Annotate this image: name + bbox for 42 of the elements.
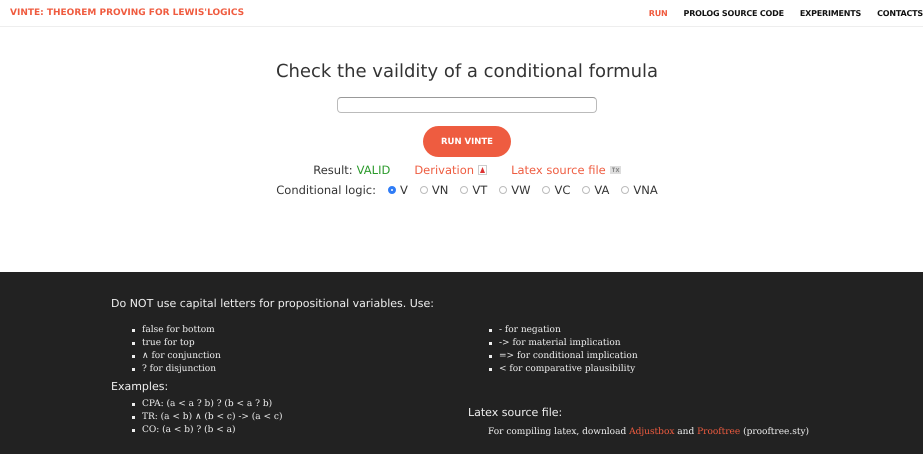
radio-label[interactable]: VN (432, 183, 448, 197)
radio-label[interactable]: VA (594, 183, 610, 197)
list-item: false for bottom (142, 324, 215, 337)
list-item: true for top (142, 336, 195, 350)
list-item: < for comparative plausibility (499, 362, 636, 376)
radio-button[interactable] (621, 186, 630, 194)
radio-label[interactable]: VNA (633, 183, 658, 197)
latex-heading: Latex source file: (468, 406, 564, 419)
radio-label[interactable]: VW (511, 183, 530, 197)
radio-button[interactable] (460, 186, 468, 194)
list-item: - for negation (499, 324, 561, 337)
radio-button[interactable] (499, 186, 508, 194)
pdf-icon (478, 165, 488, 175)
nav-link[interactable]: CONTACTS (877, 8, 923, 18)
adjustbox-link[interactable]: Adjustbox (629, 426, 674, 437)
logic-label: Conditional logic: (276, 183, 376, 197)
tex-icon (610, 166, 621, 174)
radio-button[interactable] (582, 186, 590, 194)
instructions-text: Do NOT use capital letters for propositional variables. Use: (111, 297, 436, 312)
list-item: TR: (a < b) ∧ (b < c) -> (a < c) (142, 410, 282, 424)
list-item: -> for material implication (499, 336, 621, 350)
list-item: CO: (a < b) ? (b < a) (142, 424, 236, 437)
examples-heading: Examples: (111, 380, 170, 393)
nav-link[interactable]: PROLOG SOURCE CODE (684, 8, 784, 18)
radio-label[interactable]: VC (554, 183, 570, 197)
radio-label[interactable]: V (400, 183, 408, 197)
latex-note: For compiling latex, download Adjustbox and Prooftree (prooftree.sty) (488, 426, 810, 437)
prooftree-link[interactable]: Prooftree (697, 426, 740, 437)
site-title: VINTE: THEOREM PROVING FOR LEWIS'LOGICS (10, 8, 244, 18)
list-item: ? for disjunction (142, 362, 216, 376)
radio-label[interactable]: VT (472, 183, 488, 197)
radio-button[interactable] (542, 186, 550, 194)
radio-button[interactable] (420, 186, 428, 194)
page-heading: Check the vaildity of a conditional formula (276, 61, 658, 82)
nav-link[interactable]: EXPERIMENTS (800, 8, 862, 18)
list-item: CPA: (a < a ? b) ? (b < a ? b) (142, 398, 272, 411)
list-item: ∧ for conjunction (142, 350, 221, 363)
result-value: VALID (356, 163, 390, 177)
result-label: Result: (313, 163, 353, 177)
radio-button[interactable] (388, 186, 396, 194)
formula-input[interactable] (337, 97, 597, 113)
list-item: => for conditional implication (499, 350, 638, 363)
